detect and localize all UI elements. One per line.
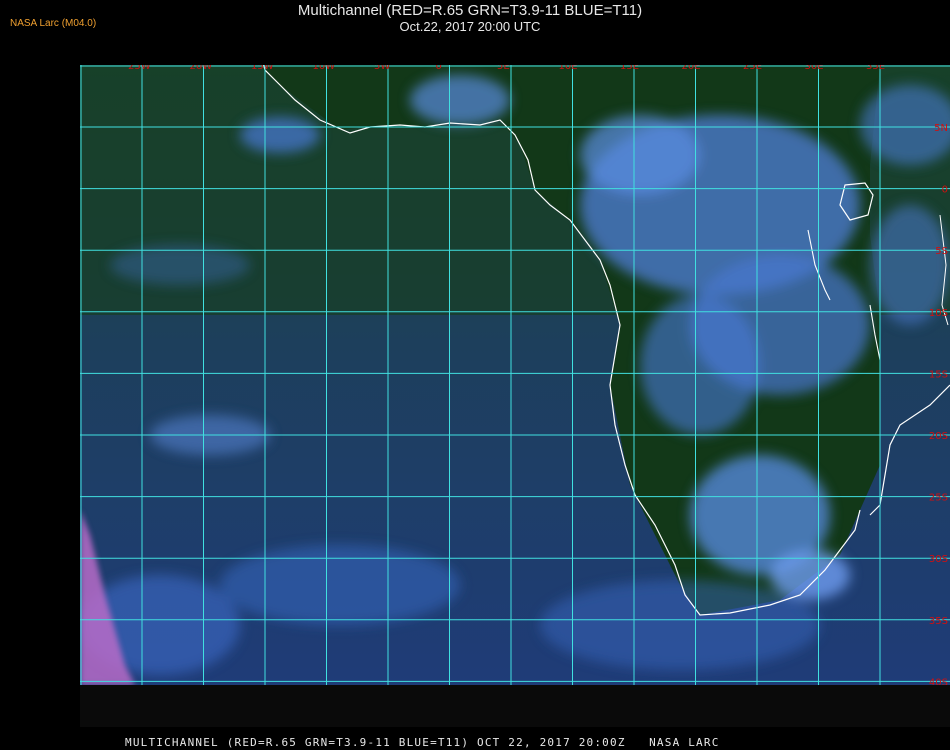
lon-label-35E: 35E [866,65,885,72]
lon-label-20E: 20E [682,65,701,72]
footer-caption: MULTICHANNEL (RED=R.65 GRN=T3.9-11 BLUE=… [125,736,720,749]
lat-label-40S: 40S [929,677,948,685]
bottom-strip [80,685,950,727]
lon-label-15W: 15W [251,65,274,72]
lon-label-15E: 15E [620,65,639,72]
lat-label-5S: 5S [935,246,948,257]
lon-label-10E: 10E [559,65,578,72]
lat-label-5N: 5N [934,123,948,134]
lat-label-15S: 15S [929,369,948,380]
lat-label-0: 0 [942,185,948,196]
satellite-map: 25W 20W 15W 10W 5W 0 5E 10E 15E 20E 25E 30E 35E 5N 0 5… [80,65,950,685]
lon-label-5E: 5E [497,65,510,72]
lon-label-5W: 5W [374,65,390,72]
lat-label-35S: 35S [929,616,948,627]
lon-label-25E: 25E [743,65,762,72]
lon-label-0: 0 [436,65,442,72]
provider-label: NASA Larc (M04.0) [10,18,97,29]
title-block: Multichannel (RED=R.65 GRN=T3.9-11 BLUE=… [240,2,700,34]
image-title: Multichannel (RED=R.65 GRN=T3.9-11 BLUE=… [297,2,643,19]
lon-label-10W: 10W [313,65,336,72]
lon-label-25W: 25W [128,65,151,72]
image-timestamp: Oct.22, 2017 20:00 UTC [399,19,541,34]
lat-label-20S: 20S [929,431,948,442]
lon-label-20W: 20W [190,65,213,72]
lon-label-30E: 30E [805,65,824,72]
lat-label-25S: 25S [929,493,948,504]
lat-label-10S: 10S [929,308,948,319]
lat-label-30S: 30S [929,554,948,565]
map-canvas: 25W 20W 15W 10W 5W 0 5E 10E 15E 20E 25E 30E 35E 5N 0 5… [80,65,950,685]
